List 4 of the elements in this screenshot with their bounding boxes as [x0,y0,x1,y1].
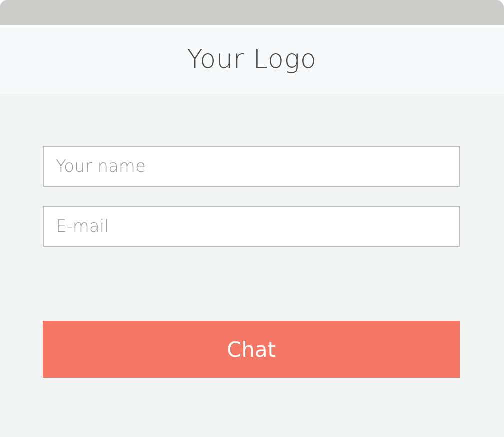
input-field[interactable]: Your name [43,146,460,187]
logo-text: Your Logo [187,44,317,74]
input-field[interactable]: E-mail [43,206,460,247]
chat-button[interactable]: Chat [43,321,460,378]
